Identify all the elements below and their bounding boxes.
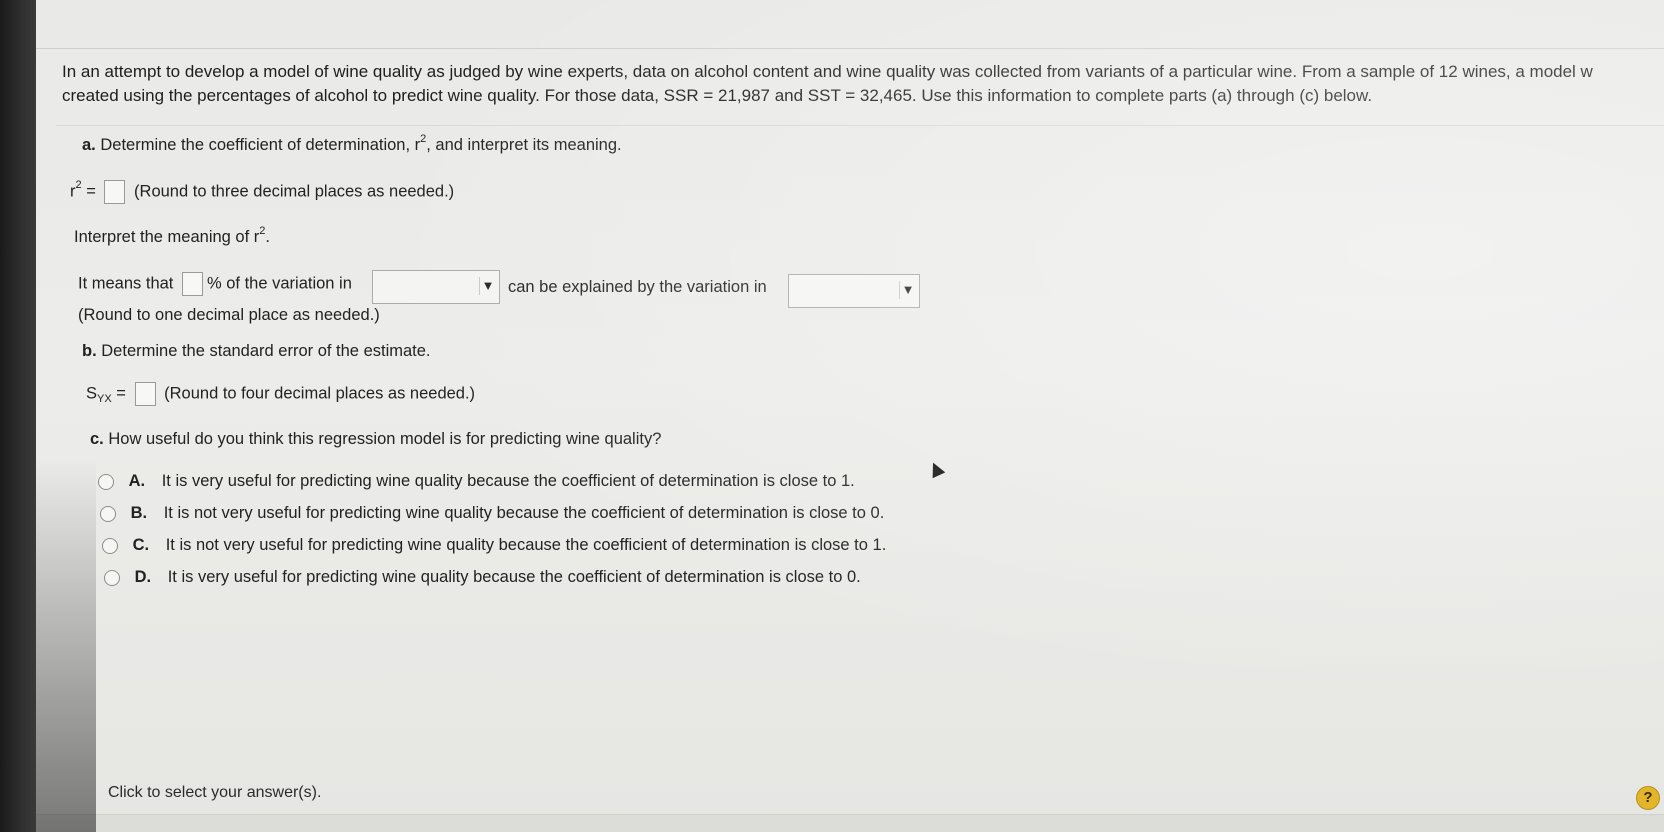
part-c-text: How useful do you think this regression … bbox=[108, 430, 662, 448]
interpret-sup: 2 bbox=[259, 225, 266, 237]
variable-dropdown-2[interactable]: ▼ bbox=[788, 274, 920, 308]
option-d-letter: D. bbox=[134, 568, 152, 586]
option-b[interactable]: B. It is not very useful for predicting … bbox=[100, 504, 884, 523]
option-a[interactable]: A. It is very useful for predicting wine… bbox=[98, 472, 855, 491]
bottom-toolbar-strip bbox=[36, 814, 1664, 832]
means-hint: (Round to one decimal place as needed.) bbox=[78, 306, 380, 324]
r2-answer-row: r2 = (Round to three decimal places as n… bbox=[70, 179, 455, 204]
r2-input[interactable] bbox=[104, 180, 126, 204]
r2-sup: 2 bbox=[75, 179, 82, 192]
r2-equals: = bbox=[86, 182, 96, 201]
interpret-label: Interpret the meaning of r bbox=[74, 228, 260, 246]
part-a-letter: a. bbox=[82, 136, 96, 154]
option-c[interactable]: C. It is not very useful for predicting … bbox=[102, 536, 886, 555]
part-a-text: Determine the coefficient of determinati… bbox=[100, 136, 421, 154]
interpret-tail: . bbox=[265, 228, 270, 246]
part-b-prompt: b. Determine the standard error of the e… bbox=[82, 342, 431, 361]
part-b-text: Determine the standard error of the esti… bbox=[101, 342, 431, 360]
syx-equals: = bbox=[116, 384, 126, 403]
means-mid-text: can be explained by the variation in bbox=[508, 278, 767, 296]
part-a-sup: 2 bbox=[420, 133, 427, 145]
variable-dropdown-1[interactable]: ▼ bbox=[372, 270, 500, 304]
option-c-letter: C. bbox=[132, 536, 150, 554]
part-a-prompt: a. Determine the coefficient of determin… bbox=[82, 133, 622, 155]
radio-option-b[interactable] bbox=[100, 505, 116, 522]
problem-intro-line-2: created using the percentages of alcohol… bbox=[62, 86, 1373, 105]
monitor-bezel bbox=[0, 0, 36, 832]
interpret-heading: Interpret the meaning of r2. bbox=[74, 225, 270, 247]
option-b-letter: B. bbox=[130, 504, 148, 522]
chevron-down-icon[interactable]: ▼ bbox=[899, 281, 916, 299]
section-divider bbox=[56, 125, 1664, 126]
r2-hint: (Round to three decimal places as needed… bbox=[134, 182, 455, 201]
syx-input[interactable] bbox=[134, 382, 156, 406]
means-row: It means that % of the variation in bbox=[78, 272, 352, 296]
option-a-text: It is very useful for predicting wine qu… bbox=[161, 472, 855, 490]
problem-intro-line-1: In an attempt to develop a model of wine… bbox=[62, 62, 1593, 81]
syx-label: S bbox=[86, 384, 98, 403]
help-button[interactable]: ? bbox=[1636, 786, 1660, 810]
mouse-cursor-icon bbox=[926, 459, 946, 479]
option-c-text: It is not very useful for predicting win… bbox=[165, 536, 887, 554]
option-d[interactable]: D. It is very useful for predicting wine… bbox=[104, 568, 861, 587]
part-c-prompt: c. How useful do you think this regressi… bbox=[90, 430, 661, 449]
screen: In an attempt to develop a model of wine… bbox=[36, 0, 1664, 832]
radio-option-c[interactable] bbox=[102, 537, 118, 554]
option-b-text: It is not very useful for predicting win… bbox=[163, 504, 885, 522]
part-c-letter: c. bbox=[90, 430, 104, 448]
chevron-down-icon[interactable]: ▼ bbox=[479, 277, 496, 295]
footer-instruction: Click to select your answer(s). bbox=[108, 784, 322, 801]
r2-label: r bbox=[70, 182, 76, 201]
means-prefix: It means that bbox=[78, 274, 174, 293]
syx-sub: YX bbox=[97, 393, 112, 406]
option-a-letter: A. bbox=[128, 472, 146, 490]
part-b-letter: b. bbox=[82, 342, 97, 360]
syx-answer-row: SYX = (Round to four decimal places as n… bbox=[86, 382, 475, 406]
means-percent-text: % of the variation in bbox=[206, 274, 352, 293]
header-divider bbox=[36, 48, 1664, 49]
problem-statement: In an attempt to develop a model of wine… bbox=[62, 60, 1664, 108]
radio-option-a[interactable] bbox=[98, 473, 114, 490]
part-a-tail: , and interpret its meaning. bbox=[426, 136, 622, 154]
percent-input[interactable] bbox=[181, 272, 203, 296]
option-d-text: It is very useful for predicting wine qu… bbox=[167, 568, 861, 586]
radio-option-d[interactable] bbox=[104, 569, 120, 586]
syx-hint: (Round to four decimal places as needed.… bbox=[164, 384, 476, 403]
